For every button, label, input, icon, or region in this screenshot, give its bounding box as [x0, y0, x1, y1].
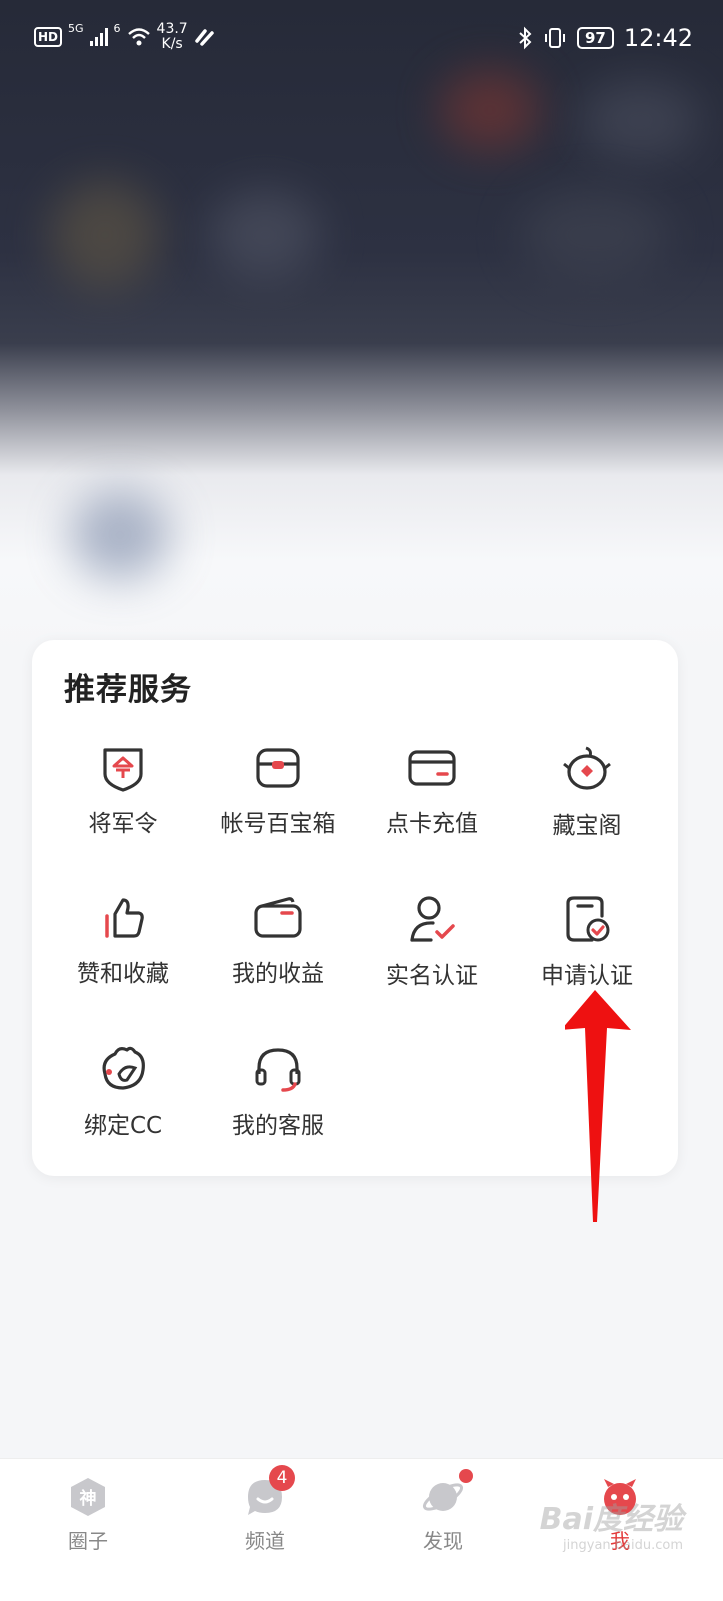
- service-label: 我的客服: [232, 1113, 324, 1139]
- service-real-name-verify[interactable]: 实名认证: [353, 894, 511, 1014]
- general-order-shield-icon: [103, 748, 143, 792]
- baidu-jingyan-watermark: Bai度经验 jingyan.baidu.com: [540, 1494, 683, 1553]
- app-notification-icon: [194, 29, 214, 46]
- service-label: 点卡充值: [386, 811, 478, 837]
- apply-certification-icon: [566, 896, 610, 942]
- service-bind-cc[interactable]: 绑定CC: [44, 1044, 202, 1164]
- nav-label: 圈子: [68, 1529, 108, 1553]
- blurred-profile-header: [0, 0, 723, 660]
- section-title: 推荐服务: [64, 672, 192, 708]
- new-dot-indicator: [459, 1469, 473, 1483]
- user-verify-icon: [410, 896, 455, 942]
- nav-tab-circles[interactable]: 神 圈子: [28, 1475, 148, 1554]
- watermark-url: jingyan.baidu.com: [563, 1538, 683, 1553]
- service-customer-support[interactable]: 我的客服: [199, 1044, 357, 1164]
- treasure-pavilion-icon: [563, 746, 611, 790]
- hd-indicator: HD: [34, 27, 63, 47]
- service-general-order[interactable]: 将军令: [44, 744, 202, 864]
- service-card-recharge[interactable]: 点卡充值: [353, 744, 511, 864]
- planet-icon: [421, 1469, 473, 1519]
- service-likes-favorites[interactable]: 赞和收藏: [44, 894, 202, 1014]
- card-recharge-icon: [408, 750, 456, 786]
- signal-icon: [89, 28, 108, 46]
- service-label: 藏宝阁: [552, 813, 622, 839]
- service-my-earnings[interactable]: 我的收益: [199, 894, 357, 1014]
- network-type: 5G: [68, 22, 84, 35]
- network-speed: 43.7 K/s: [157, 22, 188, 52]
- service-label: 申请认证: [541, 963, 633, 989]
- service-label: 我的收益: [232, 961, 324, 987]
- speed-unit: K/s: [161, 36, 183, 52]
- treasure-box-icon: [256, 748, 300, 788]
- speed-value: 43.7: [156, 21, 188, 37]
- wifi-icon: [127, 28, 150, 46]
- service-label: 绑定CC: [83, 1113, 163, 1139]
- watermark-brand: Bai度经验: [539, 1502, 683, 1537]
- service-label: 将军令: [88, 811, 158, 837]
- wallet-icon: [254, 897, 302, 938]
- status-bar: HD 5G 6 43.7 K/s 97 12:42: [0, 0, 723, 80]
- channel-bubble-icon: 4: [243, 1465, 295, 1519]
- cc-bird-icon: [102, 1046, 145, 1090]
- service-treasure-pavilion[interactable]: 藏宝阁: [508, 744, 666, 864]
- network-type-2: 6: [113, 22, 121, 35]
- headset-icon: [255, 1048, 301, 1092]
- nav-tab-channel[interactable]: 4 频道: [205, 1465, 325, 1554]
- notification-badge: 4: [269, 1465, 295, 1491]
- service-label: 实名认证: [386, 963, 478, 989]
- svg-text:神: 神: [80, 1488, 97, 1509]
- annotation-arrow: [565, 990, 631, 1222]
- service-label: 帐号百宝箱: [220, 811, 336, 837]
- bluetooth-icon: [519, 26, 532, 50]
- thumbs-up-icon: [105, 898, 144, 938]
- nav-label: 频道: [245, 1529, 285, 1553]
- service-label: 赞和收藏: [77, 961, 169, 987]
- vibrate-icon: [544, 28, 565, 48]
- nav-tab-discover[interactable]: 发现: [383, 1469, 503, 1554]
- nav-label: 发现: [423, 1529, 463, 1553]
- battery-indicator: 97: [576, 27, 614, 49]
- clock: 12:42: [623, 24, 693, 52]
- service-treasure-box[interactable]: 帐号百宝箱: [199, 744, 357, 864]
- shen-hexagon-icon: 神: [66, 1475, 110, 1519]
